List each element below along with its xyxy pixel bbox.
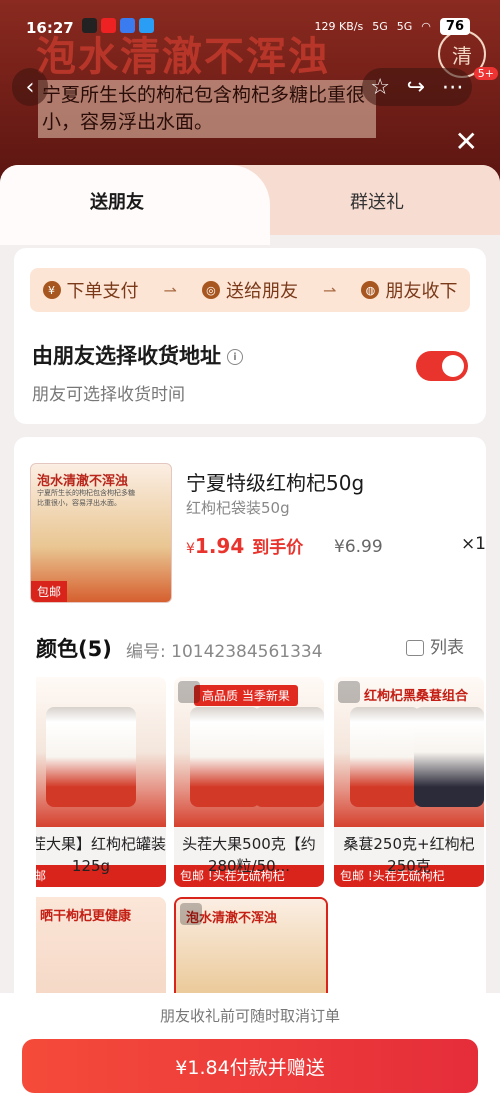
- status-bar: 16:27 129 KB/s 5G 5G ◠ 76: [0, 14, 500, 44]
- gift-sheet: 送朋友 群送礼 ¥ 下单支付 ⇀ ◎ 送给朋友 ⇀ ◍ 朋友收下 由朋友选择收货…: [0, 165, 500, 1111]
- back-button[interactable]: ‹: [12, 68, 48, 106]
- hero-subtitle: 宁夏所生长的枸杞包含枸杞多糖比重很小，容易浮出水面。: [38, 80, 376, 138]
- step-send: ◎ 送给朋友: [201, 277, 298, 303]
- toggle-knob: [442, 355, 464, 377]
- chevron-left-icon: ‹: [25, 74, 35, 100]
- cart-badge: 5+: [473, 67, 498, 80]
- address-title-text: 由朋友选择收货地址: [32, 344, 221, 368]
- variant-label: 头茬大果】红枸杞罐装125g: [36, 835, 166, 875]
- expand-icon[interactable]: [338, 681, 360, 703]
- variant-section-title: 颜色(5): [36, 637, 112, 661]
- star-icon[interactable]: ☆: [370, 75, 390, 100]
- expand-icon[interactable]: [180, 903, 202, 925]
- tab-send-friend-label[interactable]: 送朋友: [90, 188, 144, 214]
- jar-image: [350, 707, 420, 807]
- tab-group-gift[interactable]: 群送礼: [350, 188, 404, 214]
- step-pay: ¥ 下单支付: [42, 277, 139, 303]
- step-label: 下单支付: [66, 281, 139, 302]
- step-receive: ◍ 朋友收下: [361, 277, 457, 303]
- variant-image: [36, 677, 166, 827]
- jar-image: [190, 707, 260, 807]
- list-label: 列表: [430, 638, 464, 658]
- thumb-title: 泡水清澈不浑浊: [37, 474, 129, 489]
- signal-5g: 5G: [372, 20, 388, 33]
- variant-banner: 红枸杞黑桑葚组合: [364, 689, 469, 704]
- jar-image: [46, 707, 136, 807]
- variant-item[interactable]: 包邮 头茬大果】红枸杞罐装125g: [36, 677, 166, 887]
- share-icon[interactable]: ↪: [407, 75, 425, 100]
- product-thumbnail[interactable]: 泡水清澈不浑浊 宁夏所生长的枸杞包含枸杞多糖比重很小，容易浮出水面。 包邮: [30, 463, 172, 603]
- network-speed: 129 KB/s: [314, 20, 364, 33]
- step-label: 朋友收下: [385, 281, 458, 302]
- address-choice-title: 由朋友选择收货地址 i: [32, 340, 243, 370]
- info-icon[interactable]: i: [227, 349, 243, 365]
- pay-and-gift-button[interactable]: ¥1.84付款并赠送: [22, 1039, 478, 1093]
- jar-image: [414, 707, 484, 807]
- product-spec: 红枸杞袋装50g: [186, 499, 290, 517]
- variant-label: 桑葚250克+红枸杞250克: [343, 835, 475, 875]
- gift-icon: ◍: [361, 281, 380, 299]
- variant-image: 高品质 当季新果: [174, 677, 324, 827]
- variant-banner: 晒干枸杞更健康: [40, 909, 132, 924]
- product-price: ¥1.94 到手价: [186, 533, 303, 558]
- free-shipping-tag: 包邮: [31, 581, 68, 602]
- cancel-note: 朋友收礼前可随时取消订单: [159, 1007, 340, 1025]
- status-time: 16:27: [26, 19, 74, 37]
- arrow-right-icon: ⇀: [163, 280, 177, 300]
- variant-item[interactable]: 红枸杞黑桑葚组合 包邮 !头茬无硫枸杞 桑葚250克+红枸杞250克: [334, 677, 484, 887]
- more-icon[interactable]: ⋯: [442, 75, 464, 100]
- price-symbol: ¥: [186, 541, 195, 557]
- list-view-toggle[interactable]: 列表: [406, 633, 464, 658]
- gift-tabs: 送朋友 群送礼: [0, 165, 500, 245]
- product-quantity: ×1: [460, 534, 486, 554]
- chat-icon: ◎: [201, 281, 220, 299]
- original-price: ¥6.99: [334, 537, 383, 557]
- arrow-right-icon: ⇀: [323, 280, 337, 300]
- thumb-subtitle: 宁夏所生长的枸杞包含枸杞多糖比重很小，容易浮出水面。: [37, 489, 135, 507]
- variant-label: 头茬大果500克【约280粒/50...: [182, 835, 316, 875]
- step-label: 送给朋友: [225, 281, 298, 302]
- app-icon: [120, 18, 135, 33]
- gift-flow-card: ¥ 下单支付 ⇀ ◎ 送给朋友 ⇀ ◍ 朋友收下 由朋友选择收货地址 i 朋友可选…: [14, 248, 486, 424]
- yuan-icon: ¥: [42, 281, 61, 299]
- status-right: 129 KB/s 5G 5G ◠ 76: [315, 18, 470, 35]
- jar-image: [254, 707, 324, 807]
- price-value: 1.94: [194, 534, 245, 558]
- hero-actions: ☆ ↪ ⋯: [362, 68, 472, 106]
- wifi-icon: ◠: [421, 20, 431, 33]
- address-choice-subtitle: 朋友可选择收货时间: [32, 385, 185, 405]
- variant-banner: 高品质 当季新果: [194, 685, 298, 706]
- gift-steps: ¥ 下单支付 ⇀ ◎ 送给朋友 ⇀ ◍ 朋友收下: [30, 268, 470, 312]
- price-label: 到手价: [252, 538, 304, 558]
- variant-image: 红枸杞黑桑葚组合: [334, 677, 484, 827]
- variant-item[interactable]: 高品质 当季新果 包邮 !头茬无硫枸杞 头茬大果500克【约280粒/50...: [174, 677, 324, 887]
- app-icon: [139, 18, 154, 33]
- app-icon: [101, 18, 116, 33]
- notification-icons: [82, 18, 154, 33]
- battery-level: 76: [439, 18, 470, 35]
- footer-bar: 朋友收礼前可随时取消订单 ¥1.84付款并赠送: [0, 993, 500, 1111]
- signal-5g-2: 5G: [396, 20, 413, 33]
- product-name: 宁夏特级红枸杞50g: [186, 471, 365, 495]
- list-icon: [406, 640, 424, 656]
- product-code: 编号: 10142384561334: [126, 642, 323, 662]
- close-icon[interactable]: ✕: [455, 125, 478, 158]
- expand-icon[interactable]: [178, 681, 200, 703]
- address-toggle[interactable]: [416, 351, 468, 381]
- tiktok-icon: [82, 18, 97, 33]
